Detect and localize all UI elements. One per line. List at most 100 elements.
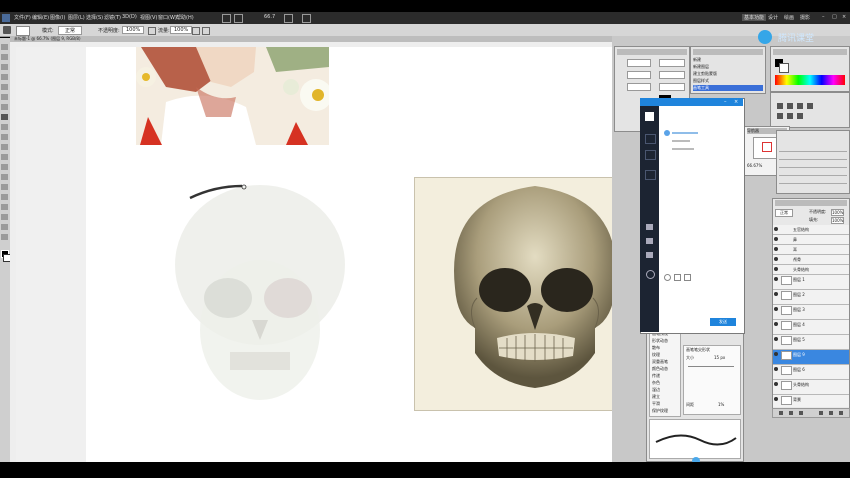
- eye-icon[interactable]: [774, 307, 778, 311]
- styles-row[interactable]: [779, 153, 847, 160]
- brush-setting[interactable]: 传递: [652, 373, 678, 379]
- menu-image[interactable]: 图像(I): [50, 14, 65, 21]
- maximize-button[interactable]: □: [832, 14, 837, 20]
- flow-input[interactable]: 100%: [170, 26, 193, 34]
- chat-tab-icon[interactable]: [645, 134, 656, 144]
- color-spectrum[interactable]: [775, 75, 845, 85]
- history-item-active[interactable]: 画笔工具: [693, 85, 763, 91]
- brush-roundness-row[interactable]: [686, 380, 738, 386]
- zoom-tool-icon[interactable]: [1, 234, 8, 240]
- path-select-tool-icon[interactable]: [1, 204, 8, 210]
- brush-setting[interactable]: 杂色: [652, 380, 678, 386]
- type-tool-icon[interactable]: [1, 194, 8, 200]
- layer-row[interactable]: 图层 2: [773, 290, 849, 305]
- bridge-icon[interactable]: [222, 14, 231, 23]
- brush-setting[interactable]: 纹理: [652, 352, 678, 358]
- zoom-level[interactable]: 66.7: [264, 14, 275, 20]
- brush-tool-icon[interactable]: [1, 114, 8, 120]
- pressure-size-icon[interactable]: [202, 27, 210, 35]
- navigator-view-box[interactable]: [762, 142, 772, 152]
- menu-select[interactable]: 选择(S): [86, 14, 103, 21]
- layer-row[interactable]: 头骨结构: [773, 380, 849, 395]
- layer-row-active[interactable]: 图层 9: [773, 350, 849, 365]
- chat-avatar[interactable]: [645, 112, 654, 121]
- dodge-tool-icon[interactable]: [1, 174, 8, 180]
- bg-color-chip[interactable]: [779, 63, 789, 73]
- move-tool-icon[interactable]: [1, 44, 8, 50]
- minimize-button[interactable]: –: [822, 14, 825, 20]
- eye-icon[interactable]: [774, 382, 778, 386]
- layer-opacity-input[interactable]: 100%: [831, 209, 845, 216]
- styles-row[interactable]: [779, 177, 847, 184]
- airbrush-icon[interactable]: [192, 27, 200, 35]
- eye-icon[interactable]: [774, 237, 778, 241]
- hand-tool-icon[interactable]: [1, 224, 8, 230]
- fx-icon[interactable]: [789, 411, 793, 415]
- history-item[interactable]: 建立剪贴蒙版: [693, 71, 763, 77]
- pen-tool-icon[interactable]: [1, 184, 8, 190]
- brush-preset-picker[interactable]: [16, 26, 30, 36]
- menu-view[interactable]: 视图(V): [140, 14, 157, 21]
- workspace-essentials[interactable]: 基本功能: [742, 14, 767, 21]
- menu-layer[interactable]: 图层(L): [68, 14, 85, 21]
- eraser-tool-icon[interactable]: [1, 144, 8, 150]
- brush-setting[interactable]: 形状动态: [652, 338, 678, 344]
- layer-row[interactable]: 图层 3: [773, 305, 849, 320]
- menu-filter[interactable]: 滤镜(T): [104, 14, 121, 21]
- layer-group[interactable]: 耳: [773, 245, 849, 255]
- layer-group[interactable]: 颅骨: [773, 255, 849, 265]
- emoji-icon[interactable]: [664, 274, 671, 281]
- styles-row[interactable]: [779, 145, 847, 152]
- chat-send-button[interactable]: 发送: [710, 318, 736, 326]
- layer-row[interactable]: 背景: [773, 395, 849, 407]
- chat-close-icon[interactable]: ×: [734, 99, 738, 105]
- menu-file[interactable]: 文件(F): [14, 14, 31, 21]
- eye-icon[interactable]: [774, 337, 778, 341]
- eye-icon[interactable]: [774, 322, 778, 326]
- close-button[interactable]: ×: [842, 14, 846, 20]
- history-item[interactable]: 新建图层: [693, 64, 763, 70]
- vibrance-icon[interactable]: [777, 113, 783, 119]
- healing-tool-icon[interactable]: [1, 104, 8, 110]
- horizontal-scale-field[interactable]: [659, 83, 685, 91]
- brush-setting[interactable]: 建立: [652, 394, 678, 400]
- fullscreen-icon[interactable]: [646, 252, 653, 258]
- opacity-input[interactable]: 100%: [122, 26, 145, 34]
- eye-icon[interactable]: [774, 277, 778, 281]
- gradient-tool-icon[interactable]: [1, 154, 8, 160]
- levels-icon[interactable]: [787, 103, 793, 109]
- music-icon[interactable]: [646, 238, 653, 244]
- history-item[interactable]: 图层样式: [693, 78, 763, 84]
- eyedropper-tool-icon[interactable]: [1, 94, 8, 100]
- styles-row[interactable]: [779, 161, 847, 168]
- screen-mode-icon[interactable]: [302, 14, 311, 23]
- eye-icon[interactable]: [774, 292, 778, 296]
- layer-group[interactable]: 头骨结构: [773, 265, 849, 275]
- new-layer-icon[interactable]: [829, 411, 833, 415]
- tracking-field[interactable]: [627, 71, 651, 79]
- scissors-icon[interactable]: [674, 274, 681, 281]
- font-size-field[interactable]: [627, 59, 651, 67]
- brush-spacing-value[interactable]: 1%: [718, 402, 738, 408]
- brush-setting[interactable]: 保护纹理: [652, 408, 678, 414]
- brightness-icon[interactable]: [777, 103, 783, 109]
- layer-row[interactable]: 图层 4: [773, 320, 849, 335]
- eye-icon[interactable]: [774, 247, 778, 251]
- quick-select-tool-icon[interactable]: [1, 74, 8, 80]
- link-icon[interactable]: [779, 411, 783, 415]
- shape-tool-icon[interactable]: [1, 214, 8, 220]
- brush-angle-row[interactable]: [686, 372, 738, 378]
- curves-icon[interactable]: [797, 103, 803, 109]
- mode-select[interactable]: 正常: [58, 26, 83, 35]
- brush-setting[interactable]: 双重画笔: [652, 359, 678, 365]
- menu-help[interactable]: 帮助(H): [176, 14, 194, 21]
- chat-tab-icon[interactable]: [645, 170, 656, 180]
- chat-minimize-icon[interactable]: –: [724, 99, 727, 105]
- power-icon[interactable]: [646, 270, 655, 279]
- brush-hardness-row[interactable]: [686, 388, 738, 394]
- crop-tool-icon[interactable]: [1, 84, 8, 90]
- history-item[interactable]: 新建: [693, 57, 763, 63]
- balance-icon[interactable]: [797, 113, 803, 119]
- eye-icon[interactable]: [774, 352, 778, 356]
- brush-setting[interactable]: 湿边: [652, 387, 678, 393]
